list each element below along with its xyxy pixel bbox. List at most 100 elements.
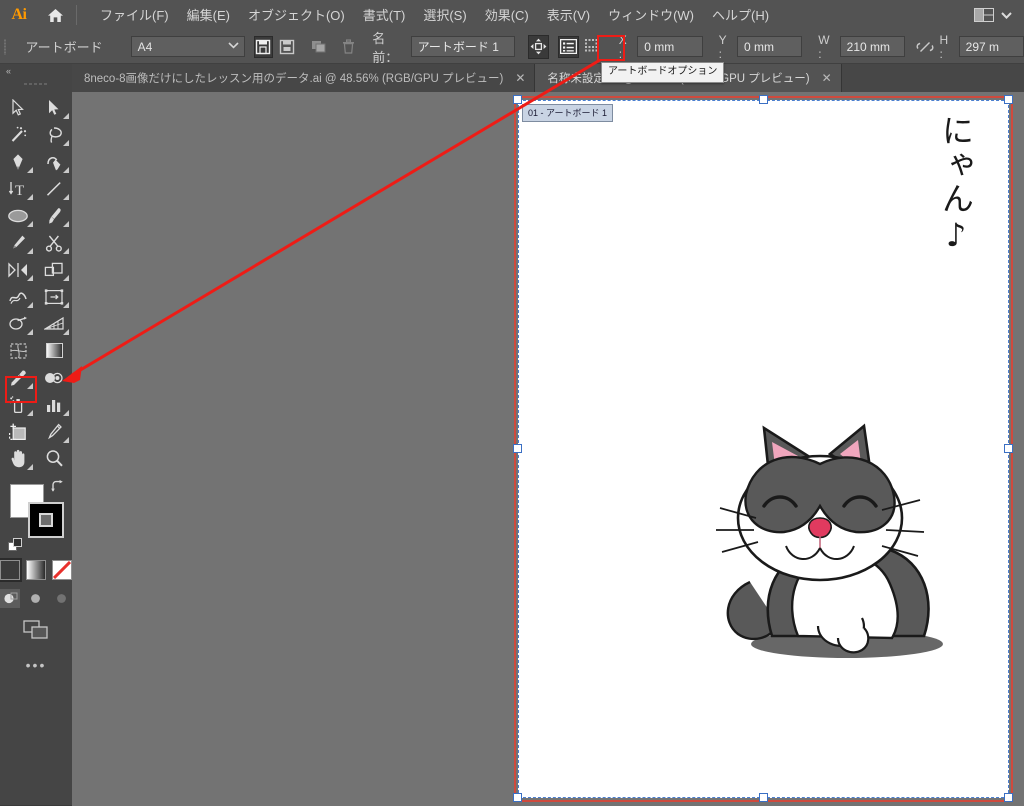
draw-inside-button[interactable]	[52, 589, 72, 608]
warp-icon	[9, 291, 27, 304]
home-icon[interactable]	[38, 0, 72, 30]
workspace-switcher[interactable]	[964, 0, 1024, 30]
pen-icon	[12, 153, 23, 170]
y-label: Y :	[718, 32, 727, 61]
width-tool[interactable]	[0, 283, 36, 310]
draw-inside-icon	[56, 594, 66, 603]
tool-flyout-indicator	[27, 464, 33, 470]
stroke-swatch[interactable]	[28, 502, 64, 538]
direct-selection-tool[interactable]	[36, 94, 72, 121]
hand-tool[interactable]	[0, 445, 36, 472]
menu-item-help[interactable]: ヘルプ(H)	[703, 4, 778, 27]
preset-artboard-button[interactable]	[278, 36, 297, 58]
delete-artboard-button[interactable]	[339, 36, 358, 58]
selection-handle-top-center[interactable]	[759, 95, 768, 104]
magnifier-icon	[46, 450, 63, 467]
artboard-tool[interactable]	[0, 418, 36, 445]
eyedropper-tool[interactable]	[0, 364, 36, 391]
shape-builder-tool[interactable]	[0, 310, 36, 337]
h-input[interactable]: 297 m	[958, 36, 1024, 57]
close-icon[interactable]: ✕	[822, 72, 832, 84]
zoom-tool[interactable]	[36, 445, 72, 472]
tool-flyout-indicator	[27, 167, 33, 173]
mesh-tool[interactable]	[0, 337, 36, 364]
symbol-sprayer-tool[interactable]	[0, 391, 36, 418]
pencil-icon	[12, 235, 25, 248]
menu-item-select[interactable]: 選択(S)	[414, 4, 475, 27]
menu-item-file[interactable]: ファイル(F)	[91, 4, 178, 27]
change-screen-mode-button[interactable]	[0, 620, 72, 640]
artboard-options-button[interactable]	[558, 35, 579, 58]
scale-tool[interactable]	[36, 256, 72, 283]
trash-icon	[343, 39, 355, 54]
move-artwork-button[interactable]	[528, 34, 550, 59]
w-label: W :	[818, 32, 830, 61]
column-graph-tool[interactable]	[36, 391, 72, 418]
edit-toolbar-ellipsis-icon[interactable]: •••	[0, 658, 72, 672]
default-fill-stroke-icon[interactable]	[8, 538, 23, 553]
lasso-tool[interactable]	[36, 121, 72, 148]
swap-fill-stroke-icon[interactable]	[50, 480, 64, 494]
ellipse-tool[interactable]	[0, 202, 36, 229]
document-tab-1[interactable]: 8neco-8画像だけにしたレッスン用のデータ.ai @ 48.56% (RGB…	[72, 64, 536, 92]
selection-handle-top-right[interactable]	[1004, 95, 1013, 104]
free-transform-tool[interactable]	[36, 283, 72, 310]
constrain-proportions-button[interactable]	[915, 36, 936, 58]
menu-item-type[interactable]: 書式(T)	[354, 4, 415, 27]
double-chevron-left-icon[interactable]: «	[6, 66, 11, 76]
artboard-preset-select[interactable]: A4	[130, 36, 245, 57]
selection-handle-middle-left[interactable]	[513, 444, 522, 453]
selection-handle-bottom-center[interactable]	[759, 793, 768, 802]
pencil-tool[interactable]	[0, 229, 36, 256]
slice-tool[interactable]	[36, 418, 72, 445]
artboard-name-label: 名前：	[372, 30, 399, 65]
none-swatch-icon	[53, 561, 71, 579]
cat-illustration[interactable]	[712, 422, 982, 672]
type-tool[interactable]: T	[0, 175, 36, 202]
selection-handle-middle-right[interactable]	[1004, 444, 1013, 453]
control-options-bar: アートボード A4 名前： アートボード 1 X: 0 mm Y: 0 mm…	[0, 30, 1024, 65]
slice-knife-icon	[47, 423, 62, 439]
selection-handle-bottom-left[interactable]	[513, 793, 522, 802]
gradient-mode-button[interactable]	[26, 560, 46, 580]
menu-item-effect[interactable]: 効果(C)	[476, 4, 538, 27]
document-canvas[interactable]: にゃん♪ 01 - アートボード 1	[72, 92, 1024, 806]
line-segment-tool[interactable]	[36, 175, 72, 202]
menu-item-object[interactable]: オブジェクト(O)	[239, 4, 354, 27]
selection-handle-top-left[interactable]	[513, 95, 522, 104]
duplicate-artboard-button[interactable]	[309, 36, 328, 58]
draw-behind-button[interactable]	[26, 589, 46, 608]
new-artboard-button[interactable]	[253, 35, 273, 58]
menu-item-edit[interactable]: 編集(E)	[178, 4, 239, 27]
close-icon[interactable]: ✕	[515, 72, 525, 84]
curvature-tool[interactable]	[36, 148, 72, 175]
rearrange-artboards-button[interactable]	[584, 36, 603, 58]
color-mode-button[interactable]	[0, 558, 22, 582]
blend-tool[interactable]	[36, 364, 72, 391]
y-input[interactable]: 0 mm	[736, 36, 803, 57]
magic-wand-tool[interactable]	[0, 121, 36, 148]
chevron-down-icon	[1001, 11, 1012, 19]
x-input[interactable]: 0 mm	[637, 36, 703, 57]
w-input[interactable]: 210 mm	[839, 36, 905, 57]
gradient-tool[interactable]	[36, 337, 72, 364]
paintbrush-tool[interactable]	[36, 202, 72, 229]
menu-item-view[interactable]: 表示(V)	[538, 4, 599, 27]
none-mode-button[interactable]	[52, 560, 72, 580]
artboard-name-input[interactable]: アートボード 1	[410, 36, 516, 57]
perspective-grid-tool[interactable]	[36, 310, 72, 337]
rotate-tool[interactable]	[0, 256, 36, 283]
scissors-tool[interactable]	[36, 229, 72, 256]
constrain-proportions-broken-icon	[916, 41, 934, 52]
draw-normal-button[interactable]	[0, 589, 20, 608]
tool-flyout-indicator	[63, 275, 69, 281]
selection-tool[interactable]	[0, 94, 36, 121]
menu-item-window[interactable]: ウィンドウ(W)	[599, 4, 703, 27]
options-bar-grip[interactable]	[0, 30, 9, 64]
drag-grip-icon[interactable]	[0, 78, 72, 90]
artboard-01[interactable]: にゃん♪	[518, 100, 1009, 798]
selection-handle-bottom-right[interactable]	[1004, 793, 1013, 802]
tool-flyout-indicator	[63, 437, 69, 443]
tool-flyout-indicator	[63, 113, 69, 119]
pen-tool[interactable]	[0, 148, 36, 175]
